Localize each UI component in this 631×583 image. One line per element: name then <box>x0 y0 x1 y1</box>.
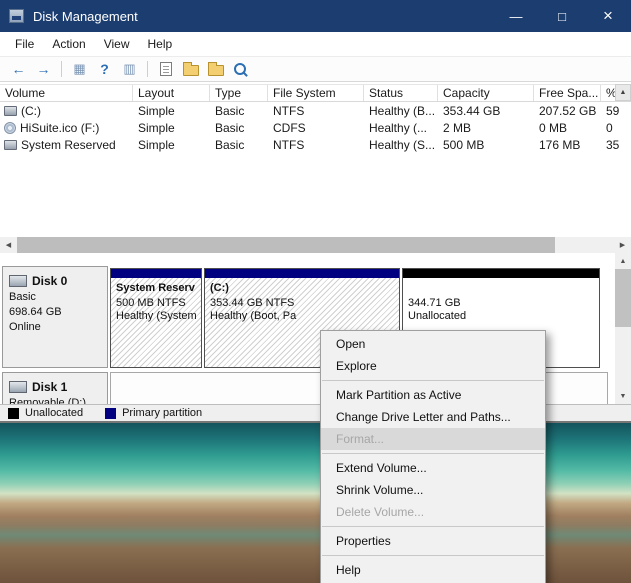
disk0-header[interactable]: Disk 0 Basic 698.64 GB Online <box>2 266 108 368</box>
primary-partition-strip <box>205 269 399 278</box>
menu-item-change-drive-letter[interactable]: Change Drive Letter and Paths... <box>321 406 545 428</box>
vertical-scrollbar-thumb[interactable] <box>615 269 631 327</box>
search-icon[interactable] <box>229 59 252 80</box>
close-button[interactable]: × <box>585 0 631 32</box>
vertical-scrollbar[interactable]: ▲ ▼ <box>615 253 631 404</box>
disk1-kind: Removable (D:) <box>9 397 87 404</box>
menu-item-properties[interactable]: Properties <box>321 530 545 552</box>
volume-list-header: Volume Layout Type File System Status Ca… <box>0 84 631 102</box>
back-icon[interactable]: ← <box>7 59 30 80</box>
menu-separator <box>322 526 544 527</box>
horizontal-scrollbar-thumb[interactable] <box>17 237 555 253</box>
action-pane-icon[interactable]: ▥ <box>118 59 141 80</box>
disk-icon <box>9 275 27 287</box>
window-title: Disk Management <box>33 8 138 24</box>
help-icon[interactable]: ? <box>93 59 116 80</box>
folders-icon[interactable] <box>204 59 227 80</box>
legend-primary-partition: Primary partition <box>105 407 202 419</box>
cd-icon <box>4 121 16 134</box>
toolbar: ← → ▦ ? ▥ <box>0 56 631 82</box>
toolbar-separator <box>61 61 62 77</box>
menu-file[interactable]: File <box>6 34 43 54</box>
scroll-down-arrow[interactable]: ▼ <box>615 388 631 404</box>
menu-item-open[interactable]: Open <box>321 333 545 355</box>
primary-partition-swatch <box>105 407 117 419</box>
drive-icon <box>4 105 17 116</box>
partition-system-reserved[interactable]: System Reserv 500 MB NTFS Healthy (Syste… <box>110 268 202 368</box>
menu-item-shrink-volume[interactable]: Shrink Volume... <box>321 479 545 501</box>
disk0-status: Online <box>9 321 41 333</box>
minimize-button[interactable]: — <box>493 0 539 32</box>
menu-item-extend-volume[interactable]: Extend Volume... <box>321 457 545 479</box>
menu-separator <box>322 380 544 381</box>
scroll-up-arrow[interactable]: ▲ <box>615 84 631 101</box>
menu-separator <box>322 453 544 454</box>
disk0-size: 698.64 GB <box>9 306 62 318</box>
column-layout[interactable]: Layout <box>133 85 210 101</box>
menubar: File Action View Help <box>0 32 631 56</box>
column-file-system[interactable]: File System <box>268 85 364 101</box>
column-volume[interactable]: Volume <box>0 85 133 101</box>
toolbar-separator <box>147 61 148 77</box>
table-row[interactable]: System Reserved Simple Basic NTFS Health… <box>0 136 631 153</box>
context-menu: Open Explore Mark Partition as Active Ch… <box>320 330 546 583</box>
column-free-space[interactable]: Free Spa... <box>534 85 601 101</box>
menu-item-mark-partition-active[interactable]: Mark Partition as Active <box>321 384 545 406</box>
disk-management-icon <box>9 9 24 23</box>
primary-partition-strip <box>111 269 201 278</box>
column-status[interactable]: Status <box>364 85 438 101</box>
column-type[interactable]: Type <box>210 85 268 101</box>
scroll-up-arrow[interactable]: ▲ <box>615 253 631 269</box>
maximize-button[interactable]: □ <box>539 0 585 32</box>
menu-item-delete-volume: Delete Volume... <box>336 505 425 519</box>
scroll-left-arrow[interactable]: ◀ <box>0 237 17 253</box>
disk1-header[interactable]: Disk 1 Removable (D:) <box>2 372 108 404</box>
export-list-icon[interactable] <box>154 59 177 80</box>
forward-icon[interactable]: → <box>32 59 55 80</box>
menu-item-format: Format... <box>321 428 545 450</box>
unallocated-swatch <box>8 407 19 419</box>
horizontal-scrollbar[interactable]: ◀ ▶ <box>0 237 631 253</box>
menu-separator <box>322 555 544 556</box>
drive-icon <box>4 139 17 150</box>
console-tree-icon[interactable]: ▦ <box>68 59 91 80</box>
disk0-kind: Basic <box>9 291 36 303</box>
disk-icon <box>9 381 27 393</box>
volume-list: (C:) Simple Basic NTFS Healthy (B... 353… <box>0 102 631 153</box>
table-row[interactable]: (C:) Simple Basic NTFS Healthy (B... 353… <box>0 102 631 119</box>
legend-unallocated: Unallocated <box>8 407 83 419</box>
window-controls: — □ × <box>493 0 631 32</box>
scroll-right-arrow[interactable]: ▶ <box>614 237 631 253</box>
column-capacity[interactable]: Capacity <box>438 85 534 101</box>
titlebar: Disk Management — □ × <box>0 0 631 32</box>
parent-folder-icon[interactable] <box>179 59 202 80</box>
menu-view[interactable]: View <box>95 34 139 54</box>
desktop: Disk Management — □ × File Action View H… <box>0 0 631 583</box>
menu-item-explore[interactable]: Explore <box>321 355 545 377</box>
menu-action[interactable]: Action <box>43 34 94 54</box>
table-row[interactable]: HiSuite.ico (F:) Simple Basic CDFS Healt… <box>0 119 631 136</box>
menu-item-help[interactable]: Help <box>321 559 545 581</box>
menu-help[interactable]: Help <box>139 34 182 54</box>
unallocated-strip <box>403 269 599 278</box>
